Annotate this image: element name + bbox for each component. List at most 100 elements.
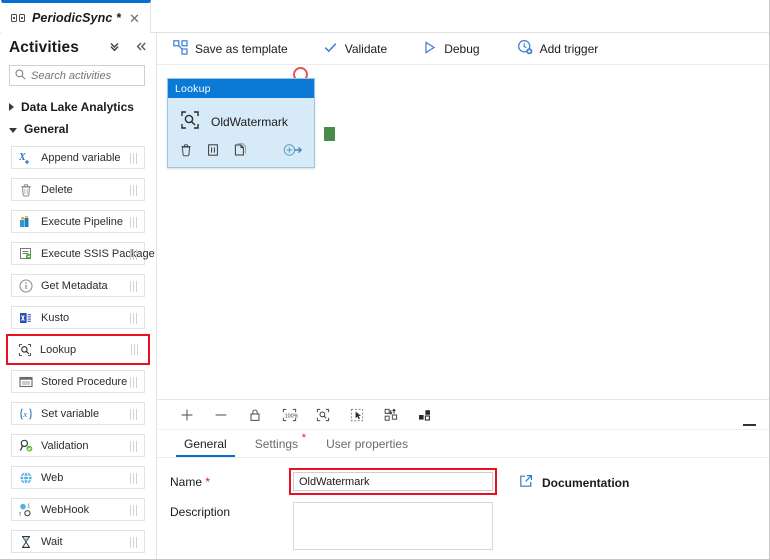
pipeline-editor-window: PeriodicSync * ✕ Activities Search activ… xyxy=(0,0,770,560)
double-chevron-left-icon[interactable] xyxy=(135,40,148,53)
zoom-to-100-icon[interactable]: 100% xyxy=(272,400,306,430)
activity-item-set-variable[interactable]: x Set variable xyxy=(11,402,145,425)
activity-node-header: Lookup xyxy=(168,79,314,98)
set-variable-icon: x xyxy=(18,406,34,422)
copy-activity-icon[interactable] xyxy=(233,143,247,160)
drag-handle[interactable] xyxy=(130,217,139,228)
add-trigger-button[interactable]: Add trigger xyxy=(514,33,615,65)
validate-button[interactable]: Validate xyxy=(320,33,403,65)
tab-settings[interactable]: Settings * xyxy=(241,430,312,457)
drag-handle[interactable] xyxy=(130,537,139,548)
delete-icon xyxy=(18,182,34,198)
drag-handle[interactable] xyxy=(130,409,139,420)
activity-node-body: OldWatermark xyxy=(168,98,314,134)
activity-item-get-metadata[interactable]: Get Metadata xyxy=(11,274,145,297)
activity-properties-panel: 100% General Settings * User properties … xyxy=(157,400,769,559)
search-input[interactable] xyxy=(31,67,139,84)
tree-group-general[interactable]: General xyxy=(0,118,156,140)
command-label: Debug xyxy=(444,41,480,56)
activity-item-kusto[interactable]: Kusto xyxy=(11,306,145,329)
activity-label: Kusto xyxy=(41,311,70,324)
stored-procedure-icon xyxy=(18,374,34,390)
activity-label: Stored Procedure xyxy=(41,375,128,388)
activity-item-lookup[interactable]: Lookup xyxy=(6,334,150,365)
activity-list: X Append variable Delete Execute Pipelin… xyxy=(0,146,156,553)
drag-handle[interactable] xyxy=(130,505,139,516)
chevron-right-icon xyxy=(9,103,14,111)
activity-item-delete[interactable]: Delete xyxy=(11,178,145,201)
pipeline-icon xyxy=(11,12,25,24)
save-as-template-icon xyxy=(173,39,188,58)
append-variable-icon: X xyxy=(18,150,34,166)
activity-item-wait[interactable]: Wait xyxy=(11,530,145,553)
document-tab-title: PeriodicSync * xyxy=(32,11,121,25)
drag-handle[interactable] xyxy=(130,249,139,260)
name-input[interactable] xyxy=(293,472,493,491)
drag-handle[interactable] xyxy=(130,377,139,388)
success-output-handle[interactable] xyxy=(324,127,335,141)
activity-label: Lookup xyxy=(40,343,77,356)
zoom-out-icon[interactable] xyxy=(204,400,238,430)
drag-handle[interactable] xyxy=(130,441,139,452)
drag-handle[interactable] xyxy=(130,153,139,164)
activity-item-execute-ssis-package[interactable]: Execute SSIS Package xyxy=(11,242,155,265)
activity-item-validation[interactable]: Validation xyxy=(11,434,145,457)
activities-panel-header: Activities xyxy=(0,33,156,63)
collapse-panel-icon[interactable] xyxy=(743,424,756,426)
save-as-template-button[interactable]: Save as template xyxy=(170,33,304,65)
lock-icon[interactable] xyxy=(238,400,272,430)
activities-panel: Activities Search activities Data Lake A… xyxy=(0,33,157,559)
lookup-icon xyxy=(17,342,33,358)
add-output-icon[interactable] xyxy=(283,143,303,160)
wait-icon xyxy=(18,534,34,550)
tree-group-data-lake-analytics[interactable]: Data Lake Analytics xyxy=(0,96,156,118)
documentation-link[interactable]: Documentation xyxy=(519,474,629,491)
drag-handle[interactable] xyxy=(130,281,139,292)
kusto-icon xyxy=(18,310,34,326)
layout-icon[interactable] xyxy=(408,400,442,430)
debug-button[interactable]: Debug xyxy=(419,33,495,65)
drag-handle[interactable] xyxy=(130,185,139,196)
activity-item-webhook[interactable]: 1 t WebHook xyxy=(11,498,145,521)
document-tab-periodicsync[interactable]: PeriodicSync * ✕ xyxy=(1,0,151,33)
tab-user-properties[interactable]: User properties xyxy=(312,430,422,457)
description-input[interactable] xyxy=(293,502,493,550)
double-chevron-down-icon[interactable] xyxy=(108,40,121,53)
editor-area: Save as template Validate Debug Add trig… xyxy=(157,33,769,559)
tab-general[interactable]: General xyxy=(170,430,241,457)
search-icon xyxy=(15,69,26,83)
close-icon[interactable]: ✕ xyxy=(129,12,140,25)
validation-icon xyxy=(18,438,34,454)
name-field-label: Name * xyxy=(170,472,293,489)
activity-node-oldwatermark[interactable]: Lookup OldWatermark xyxy=(167,78,335,168)
activity-item-stored-procedure[interactable]: Stored Procedure xyxy=(11,370,145,393)
activity-item-append-variable[interactable]: X Append variable xyxy=(11,146,145,169)
pipeline-command-bar: Save as template Validate Debug Add trig… xyxy=(157,33,769,65)
activity-label: WebHook xyxy=(41,503,90,516)
drag-handle[interactable] xyxy=(130,473,139,484)
search-activities-box[interactable] xyxy=(9,65,145,86)
activity-item-web[interactable]: Web xyxy=(11,466,145,489)
get-metadata-icon xyxy=(18,278,34,294)
activity-label: Set variable xyxy=(41,407,100,420)
svg-text:100%: 100% xyxy=(284,413,297,419)
description-field-control xyxy=(293,502,493,553)
auto-align-icon[interactable] xyxy=(374,400,408,430)
name-field-row: Name * xyxy=(170,468,769,495)
drag-handle[interactable] xyxy=(130,313,139,324)
zoom-to-fit-icon[interactable] xyxy=(306,400,340,430)
pipeline-canvas[interactable]: Lookup OldWatermark xyxy=(157,65,769,400)
tree-group-label: Data Lake Analytics xyxy=(21,100,134,114)
command-label: Save as template xyxy=(195,41,288,56)
web-icon xyxy=(18,470,34,486)
svg-text:x: x xyxy=(22,409,27,419)
clone-activity-icon[interactable] xyxy=(206,143,220,160)
activity-node-toolbar xyxy=(168,134,314,160)
activity-item-execute-pipeline[interactable]: Execute Pipeline xyxy=(11,210,145,233)
tab-label: Settings xyxy=(254,436,299,451)
zoom-in-icon[interactable] xyxy=(170,400,204,430)
selection-mode-icon[interactable] xyxy=(340,400,374,430)
delete-activity-icon[interactable] xyxy=(179,143,193,160)
chevron-down-icon xyxy=(9,127,17,133)
drag-handle[interactable] xyxy=(131,344,140,355)
